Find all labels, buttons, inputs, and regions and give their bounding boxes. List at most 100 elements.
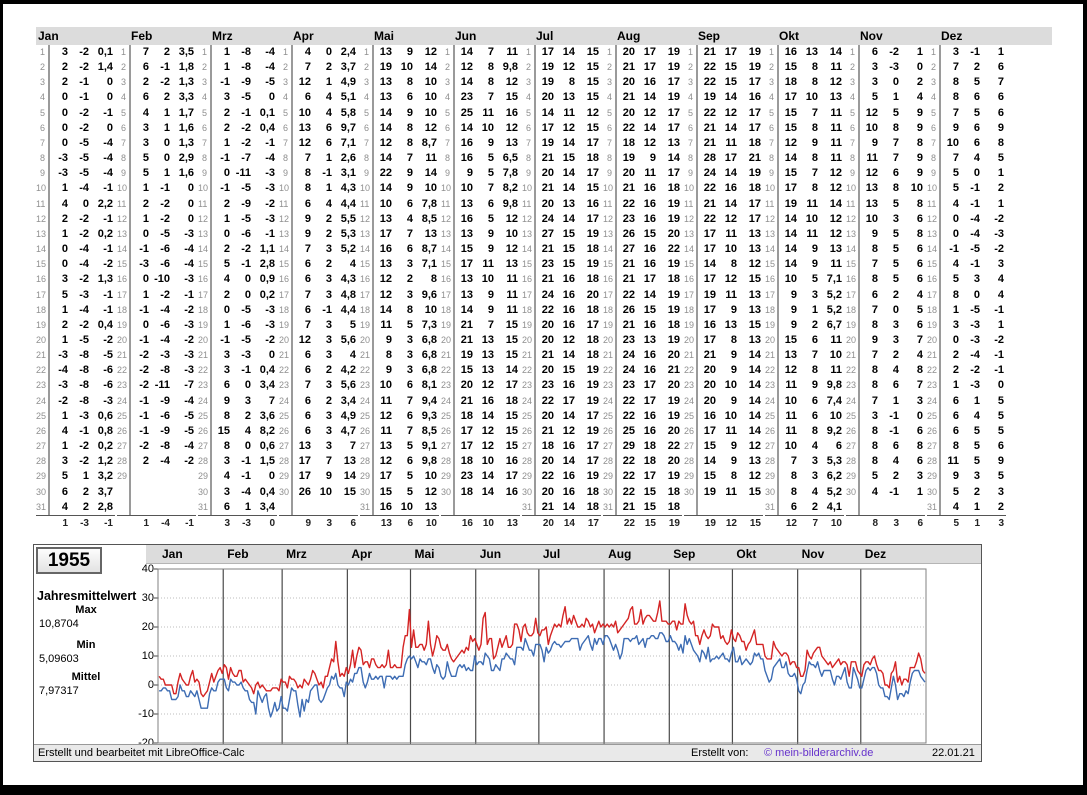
min-cell: -1 [160,182,170,195]
day-number: 25 [684,408,698,424]
mittel-cell: 19 [667,212,680,225]
mittel-cell: -1 [994,349,1004,362]
day-number: 5 [360,105,374,121]
day-number: 17 [603,287,617,303]
max-cell: 17 [703,333,716,346]
day-number: 4 [684,90,698,106]
day-number: 28 [765,454,779,470]
min-cell: 13 [481,333,494,346]
max-cell: 15 [703,440,716,453]
min-line [159,632,926,718]
mittel-cell: -3 [184,227,194,240]
min-cell: 5 [487,152,494,165]
min-cell: 8 [811,364,818,377]
min-cell: -2 [79,440,89,453]
mittel-cell: 5,6 [340,379,356,392]
day-number: 29 [684,469,698,485]
day-number: 14 [684,242,698,258]
day-number [117,499,131,515]
max-cell: 17 [379,470,392,483]
mittel-cell [172,500,196,515]
mittel-cell: 11 [506,273,518,286]
mittel-cell: 0,6 [259,440,275,453]
min-cell: 5 [973,455,980,468]
max-cell: 1 [142,288,149,301]
mittel-cell: 8,7 [421,243,437,256]
mittel-cell: -2 [184,333,194,346]
max-cell: 2 [61,76,68,89]
min-cell: 1 [811,303,818,316]
mittel-cell: 5 [997,409,1004,422]
day-number: 26 [279,423,293,440]
day-number: 21 [360,348,374,364]
day-number: 28 [846,454,860,470]
mittel-cell: 3 [916,470,923,483]
mittel-cell: 14 [748,409,761,422]
max-cell: 3 [61,455,68,468]
day-number: 24 [279,393,293,409]
min-cell: 7 [406,424,413,437]
mittel-cell: 4,8 [340,288,356,301]
mittel-cell: -2 [184,455,194,468]
day-number: 7 [36,135,50,152]
mittel-cell: 13 [505,136,518,149]
max-cell: 6 [790,500,797,513]
mittel-cell: -1 [103,243,113,256]
mittel-cell: 21 [748,152,761,165]
min-cell: -1 [79,424,89,437]
day-number: 26 [198,423,212,440]
max-cell: 20 [541,333,554,346]
footer-created-by-label: Erstellt von: [691,747,749,759]
max-cell: 3 [871,76,878,89]
max-cell: 16 [379,243,392,256]
max-cell: 22 [622,394,635,407]
day-number: 7 [441,135,455,152]
max-cell: 12 [298,136,311,149]
mittel-cell: -2 [994,212,1004,225]
month-block-dez: 1 3 -1 1 2 7 2 6 3 8 5 7 4 8 6 6 5 7 5 6 6 9 6 9 7 10 6 8 8 7 4 5 9 5 0 1 10… [927,45,1008,530]
mittel-cell: 9,2 [826,424,842,437]
min-cell: 5 [892,227,899,240]
min-cell: 2 [82,500,89,513]
max-cell: 14 [784,152,797,165]
table-month-header-feb: Feb [131,29,153,43]
mittel-cell: 4 [997,288,1004,301]
mittel-cell: -4 [184,243,194,256]
day-number: 6 [603,120,617,136]
min-cell: 2 [973,485,980,498]
day-number: 6 [117,120,131,136]
min-cell: 2 [82,485,89,498]
max-cell: 2 [142,455,149,468]
max-cell: 13 [379,440,392,453]
min-cell: 8 [811,61,818,74]
min-cell: 3 [811,288,818,301]
min-cell: 1 [325,76,332,89]
day-number: 7 [765,135,779,152]
day-number: 28 [927,454,941,470]
max-cell: 8 [871,318,878,331]
min-cell: 16 [481,394,494,407]
mittel-cell: 3,6 [259,409,275,422]
mittel-cell: 11 [830,152,842,165]
max-cell: 11 [866,152,878,165]
day-number: 29 [765,469,779,485]
max-cell: 10 [298,106,311,119]
copyright-link[interactable]: © mein-bilderarchiv.de [764,746,873,761]
day-number: 16 [360,272,374,288]
day-number: 30 [684,484,698,500]
max-cell: 9 [790,288,797,301]
day-number: 29 [603,469,617,485]
day-number: 29 [279,469,293,485]
min-cell [151,485,172,500]
day-number: 20 [441,332,455,349]
mittel-cell: 14 [424,167,437,180]
min-cell: 10 [481,455,494,468]
mittel-cell: 7,8 [421,197,437,210]
min-cell: 14 [481,409,494,422]
min-cell: -5 [241,333,251,346]
mittel-cell: -2 [265,333,275,346]
day-number: 31 [603,499,617,515]
day-number [279,499,293,515]
max-cell: -2 [58,394,68,407]
max-cell: 21 [541,243,554,256]
